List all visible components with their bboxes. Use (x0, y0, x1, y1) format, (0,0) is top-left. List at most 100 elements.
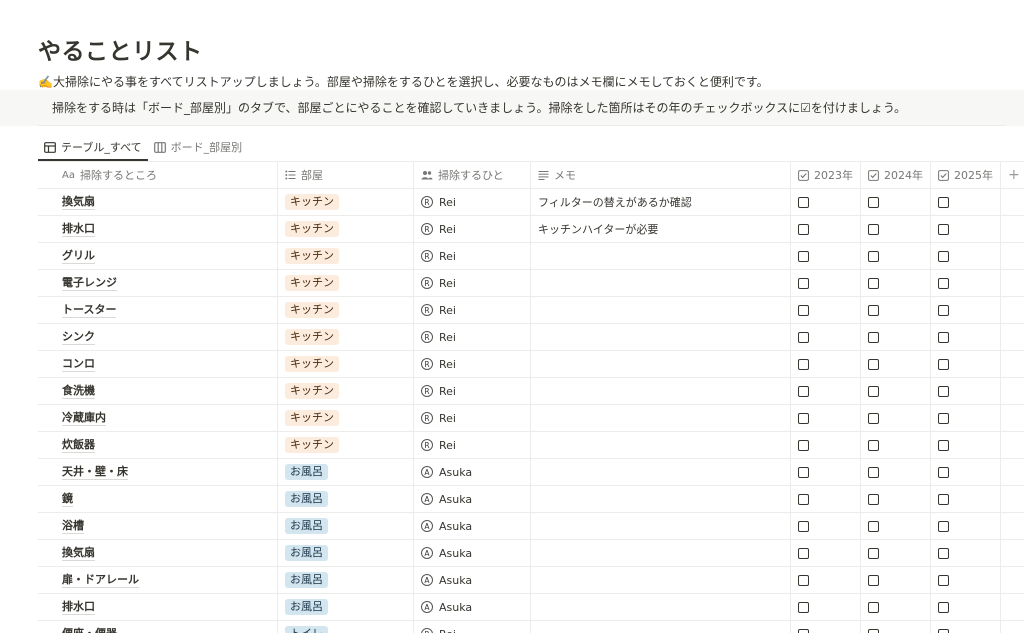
cell-memo[interactable] (530, 486, 790, 512)
table-row[interactable]: 排水口 お風呂 A Asuka (38, 594, 1024, 621)
checkbox-2023[interactable] (798, 628, 809, 633)
checkbox-2023[interactable] (798, 385, 809, 397)
checkbox-2023[interactable] (798, 466, 809, 478)
item-name[interactable]: 冷蔵庫内 (62, 411, 106, 426)
cell-memo[interactable] (530, 432, 790, 458)
cell-memo[interactable] (530, 297, 790, 323)
checkbox-2025[interactable] (938, 250, 949, 262)
checkbox-2025[interactable] (938, 412, 949, 424)
cell-name[interactable]: 天井・壁・床 (38, 459, 277, 485)
item-name[interactable]: 換気扇 (62, 195, 95, 210)
table-row[interactable]: 天井・壁・床 お風呂 A Asuka (38, 459, 1024, 486)
checkbox-2025[interactable] (938, 574, 949, 586)
column-header-2025[interactable]: 2025年 (930, 162, 1000, 188)
checkbox-2024[interactable] (868, 628, 879, 633)
cell-room[interactable]: キッチン (277, 243, 413, 269)
checkbox-2024[interactable] (868, 439, 879, 451)
checkbox-2023[interactable] (798, 331, 809, 343)
item-name[interactable]: 電子レンジ (62, 276, 117, 291)
checkbox-2023[interactable] (798, 196, 809, 208)
cell-room[interactable]: キッチン (277, 297, 413, 323)
checkbox-2023[interactable] (798, 574, 809, 586)
checkbox-2023[interactable] (798, 439, 809, 451)
tab-table-all[interactable]: テーブル_すべて (38, 135, 148, 161)
cell-person[interactable]: A Asuka (413, 540, 530, 566)
item-name[interactable]: 天井・壁・床 (62, 465, 128, 480)
checkbox-2025[interactable] (938, 304, 949, 316)
checkbox-2023[interactable] (798, 601, 809, 613)
cell-name[interactable]: 浴槽 (38, 513, 277, 539)
checkbox-2024[interactable] (868, 493, 879, 505)
cell-person[interactable]: R Rei (413, 405, 530, 431)
cell-person[interactable]: A Asuka (413, 513, 530, 539)
cell-room[interactable]: キッチン (277, 270, 413, 296)
item-name[interactable]: 扉・ドアレール (62, 573, 139, 588)
checkbox-2024[interactable] (868, 412, 879, 424)
cell-memo[interactable] (530, 621, 790, 633)
checkbox-2025[interactable] (938, 520, 949, 532)
table-row[interactable]: 換気扇 お風呂 A Asuka (38, 540, 1024, 567)
table-row[interactable]: 扉・ドアレール お風呂 A Asuka (38, 567, 1024, 594)
cell-room[interactable]: キッチン (277, 216, 413, 242)
cell-person[interactable]: R Rei (413, 216, 530, 242)
cell-person[interactable]: R Rei (413, 432, 530, 458)
cell-memo[interactable]: キッチンハイターが必要 (530, 216, 790, 242)
cell-room[interactable]: キッチン (277, 324, 413, 350)
checkbox-2023[interactable] (798, 412, 809, 424)
checkbox-2023[interactable] (798, 250, 809, 262)
checkbox-2023[interactable] (798, 547, 809, 559)
checkbox-2023[interactable] (798, 223, 809, 235)
item-name[interactable]: グリル (62, 249, 95, 264)
cell-room[interactable]: お風呂 (277, 540, 413, 566)
checkbox-2025[interactable] (938, 385, 949, 397)
cell-memo[interactable] (530, 324, 790, 350)
cell-name[interactable]: 排水口 (38, 594, 277, 620)
checkbox-2025[interactable] (938, 277, 949, 289)
cell-name[interactable]: グリル (38, 243, 277, 269)
cell-name[interactable]: 冷蔵庫内 (38, 405, 277, 431)
cell-memo[interactable] (530, 459, 790, 485)
cell-person[interactable]: R Rei (413, 324, 530, 350)
cell-memo[interactable]: フィルターの替えがあるか確認 (530, 189, 790, 215)
cell-room[interactable]: お風呂 (277, 459, 413, 485)
cell-name[interactable]: 扉・ドアレール (38, 567, 277, 593)
checkbox-2025[interactable] (938, 331, 949, 343)
cell-room[interactable]: キッチン (277, 351, 413, 377)
item-name[interactable]: 鏡 (62, 492, 73, 507)
item-name[interactable]: コンロ (62, 357, 95, 372)
checkbox-2025[interactable] (938, 358, 949, 370)
checkbox-2025[interactable] (938, 628, 949, 633)
checkbox-2025[interactable] (938, 601, 949, 613)
checkbox-2024[interactable] (868, 196, 879, 208)
checkbox-2025[interactable] (938, 466, 949, 478)
cell-name[interactable]: 換気扇 (38, 540, 277, 566)
checkbox-2024[interactable] (868, 520, 879, 532)
item-name[interactable]: 便座・便器 (62, 627, 117, 633)
checkbox-2025[interactable] (938, 196, 949, 208)
checkbox-2024[interactable] (868, 304, 879, 316)
table-row[interactable]: 電子レンジ キッチン R Rei (38, 270, 1024, 297)
checkbox-2025[interactable] (938, 439, 949, 451)
checkbox-2024[interactable] (868, 277, 879, 289)
cell-person[interactable]: R Rei (413, 189, 530, 215)
cell-person[interactable]: R Rei (413, 297, 530, 323)
checkbox-2024[interactable] (868, 466, 879, 478)
item-name[interactable]: 換気扇 (62, 546, 95, 561)
cell-person[interactable]: R Rei (413, 351, 530, 377)
checkbox-2023[interactable] (798, 304, 809, 316)
cell-name[interactable]: 排水口 (38, 216, 277, 242)
cell-person[interactable]: A Asuka (413, 594, 530, 620)
item-name[interactable]: 排水口 (62, 222, 95, 237)
item-name[interactable]: 炊飯器 (62, 438, 95, 453)
add-column-button[interactable]: + (1000, 162, 1024, 188)
cell-name[interactable]: 炊飯器 (38, 432, 277, 458)
checkbox-2024[interactable] (868, 331, 879, 343)
column-header-memo[interactable]: メモ (530, 162, 790, 188)
table-row[interactable]: 炊飯器 キッチン R Rei (38, 432, 1024, 459)
cell-room[interactable]: キッチン (277, 405, 413, 431)
checkbox-2024[interactable] (868, 385, 879, 397)
table-row[interactable]: 便座・便器 トイレ R Rei (38, 621, 1024, 633)
tab-board-by-room[interactable]: ボード_部屋別 (148, 135, 249, 159)
cell-memo[interactable] (530, 513, 790, 539)
cell-room[interactable]: お風呂 (277, 567, 413, 593)
